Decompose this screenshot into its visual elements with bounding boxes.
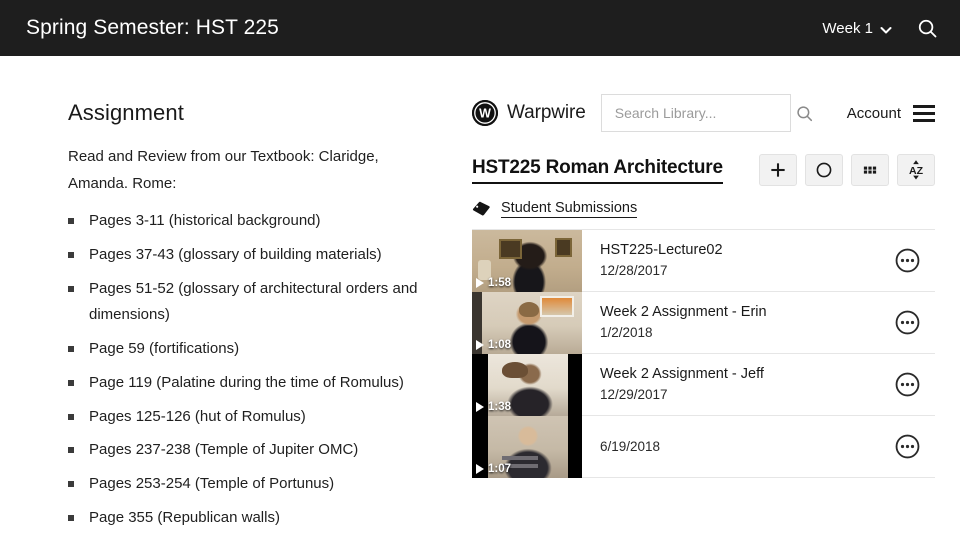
account-menu[interactable]: Account (846, 104, 935, 122)
thumbnail-detail (499, 239, 522, 260)
assignment-panel: Assignment Read and Review from our Text… (0, 56, 460, 540)
video-thumbnail[interactable]: 1:07 (472, 416, 582, 479)
media-meta: 6/19/2018 (582, 416, 879, 477)
search-icon[interactable] (796, 105, 813, 122)
assignment-intro-text: Read and Review from our Textbook: Clari… (68, 148, 379, 192)
hamburger-bar (913, 118, 935, 122)
video-thumbnail[interactable]: 1:08 (472, 292, 582, 355)
play-icon (476, 402, 484, 413)
tag-row: Student Submissions (472, 199, 935, 219)
tag-label[interactable]: Student Submissions (501, 199, 638, 219)
more-options-button[interactable] (879, 416, 935, 477)
course-title: Spring Semester: HST 225 (26, 16, 279, 39)
week-selector-dropdown[interactable]: Week 1 (822, 19, 892, 37)
hamburger-menu-icon[interactable] (913, 104, 935, 122)
media-meta: Week 2 Assignment - Erin 1/2/2018 (582, 292, 879, 353)
sort-az-button[interactable]: AZ (897, 154, 935, 186)
list-item: Page 119 (Palatine during the time of Ro… (68, 370, 428, 397)
table-row[interactable]: 1:08 Week 2 Assignment - Erin 1/2/2018 (472, 292, 935, 355)
global-search-button[interactable] (917, 18, 938, 39)
list-item: Pages 3-11 (historical background) (68, 208, 428, 235)
page-title: Assignment (68, 100, 184, 125)
thumbnail-detail (502, 456, 538, 461)
table-row[interactable]: 1:58 HST225-Lecture02 12/28/2017 (472, 230, 935, 293)
more-options-icon (895, 434, 920, 459)
media-meta: HST225-Lecture02 12/28/2017 (582, 230, 879, 291)
plus-icon (769, 161, 787, 179)
video-thumbnail[interactable]: 1:58 (472, 230, 582, 293)
grid-view-button[interactable] (851, 154, 889, 186)
hamburger-bar (913, 104, 935, 108)
library-title[interactable]: HST225 Roman Architecture (472, 156, 723, 184)
thumbnail-detail (568, 354, 582, 417)
grid-icon (861, 161, 879, 179)
record-button[interactable] (805, 154, 843, 186)
svg-text:W: W (479, 107, 491, 121)
duration-label: 1:58 (488, 277, 512, 290)
thumbnail-detail (502, 362, 528, 379)
account-label: Account (846, 104, 901, 122)
media-title: Week 2 Assignment - Erin (600, 303, 767, 320)
hamburger-bar (913, 111, 935, 115)
list-item: Pages 253-254 (Temple of Portunus) (68, 471, 428, 498)
duration-label: 1:07 (488, 463, 512, 476)
warpwire-logo[interactable]: W Warpwire (472, 100, 586, 126)
sort-alpha-icon: AZ (904, 159, 928, 181)
chevron-down-icon (880, 24, 892, 35)
thumbnail-detail (540, 296, 574, 318)
play-icon (476, 464, 484, 475)
video-duration: 1:58 (476, 277, 511, 289)
warpwire-embed-panel: W Warpwire Account HST225 Roman (460, 56, 960, 540)
video-duration: 1:07 (476, 463, 511, 475)
more-options-button[interactable] (879, 230, 935, 291)
list-item: Page 355 (Republican walls) (68, 505, 428, 532)
library-action-buttons: AZ (759, 154, 935, 186)
table-row[interactable]: 1:07 6/19/2018 (472, 416, 935, 479)
media-meta: Week 2 Assignment - Jeff 12/29/2017 (582, 354, 879, 415)
warpwire-header: W Warpwire Account (472, 94, 935, 132)
media-date: 12/28/2017 (600, 263, 668, 279)
media-title: HST225-Lecture02 (600, 241, 723, 258)
add-media-button[interactable] (759, 154, 797, 186)
tag-icon (472, 201, 491, 217)
video-duration: 1:08 (476, 339, 511, 351)
list-item: Page 59 (fortifications) (68, 336, 428, 363)
media-date: 6/19/2018 (600, 438, 661, 454)
more-options-button[interactable] (879, 354, 935, 415)
media-date: 1/2/2018 (600, 325, 653, 341)
list-item: Pages 237-238 (Temple of Jupiter OMC) (68, 437, 428, 464)
topbar-right-group: Week 1 (822, 18, 938, 39)
table-row[interactable]: 1:38 Week 2 Assignment - Jeff 12/29/2017 (472, 354, 935, 417)
video-thumbnail[interactable]: 1:38 (472, 354, 582, 417)
library-title-row: HST225 Roman Architecture AZ (472, 154, 935, 186)
thumbnail-detail (519, 302, 539, 318)
play-icon (476, 340, 484, 351)
search-input[interactable] (614, 105, 796, 121)
thumbnail-detail (568, 416, 582, 479)
thumbnail-detail (555, 238, 572, 258)
more-options-icon (895, 372, 920, 397)
media-date: 12/29/2017 (600, 387, 668, 403)
duration-label: 1:38 (488, 401, 512, 414)
circle-icon (815, 161, 833, 179)
more-options-icon (895, 248, 920, 273)
library-search-box[interactable] (600, 94, 812, 132)
more-options-button[interactable] (879, 292, 935, 353)
more-options-icon (895, 310, 920, 335)
duration-label: 1:08 (488, 339, 512, 352)
list-item: Pages 51-52 (glossary of architectural o… (68, 276, 428, 329)
svg-text:AZ: AZ (909, 165, 924, 177)
play-icon (476, 278, 484, 289)
top-navigation-bar: Spring Semester: HST 225 Week 1 (0, 0, 960, 56)
week-selector-label: Week 1 (822, 19, 873, 37)
warpwire-brand-name: Warpwire (507, 102, 586, 123)
media-list: 1:58 HST225-Lecture02 12/28/2017 1:08 We… (472, 229, 935, 479)
reading-pages-list: Pages 3-11 (historical background) Pages… (68, 208, 432, 531)
media-title: Week 2 Assignment - Jeff (600, 365, 764, 382)
video-duration: 1:38 (476, 401, 511, 413)
list-item: Pages 125-126 (hut of Romulus) (68, 404, 428, 431)
warpwire-mark-icon: W (472, 100, 498, 126)
list-item: Pages 37-43 (glossary of building materi… (68, 242, 428, 269)
